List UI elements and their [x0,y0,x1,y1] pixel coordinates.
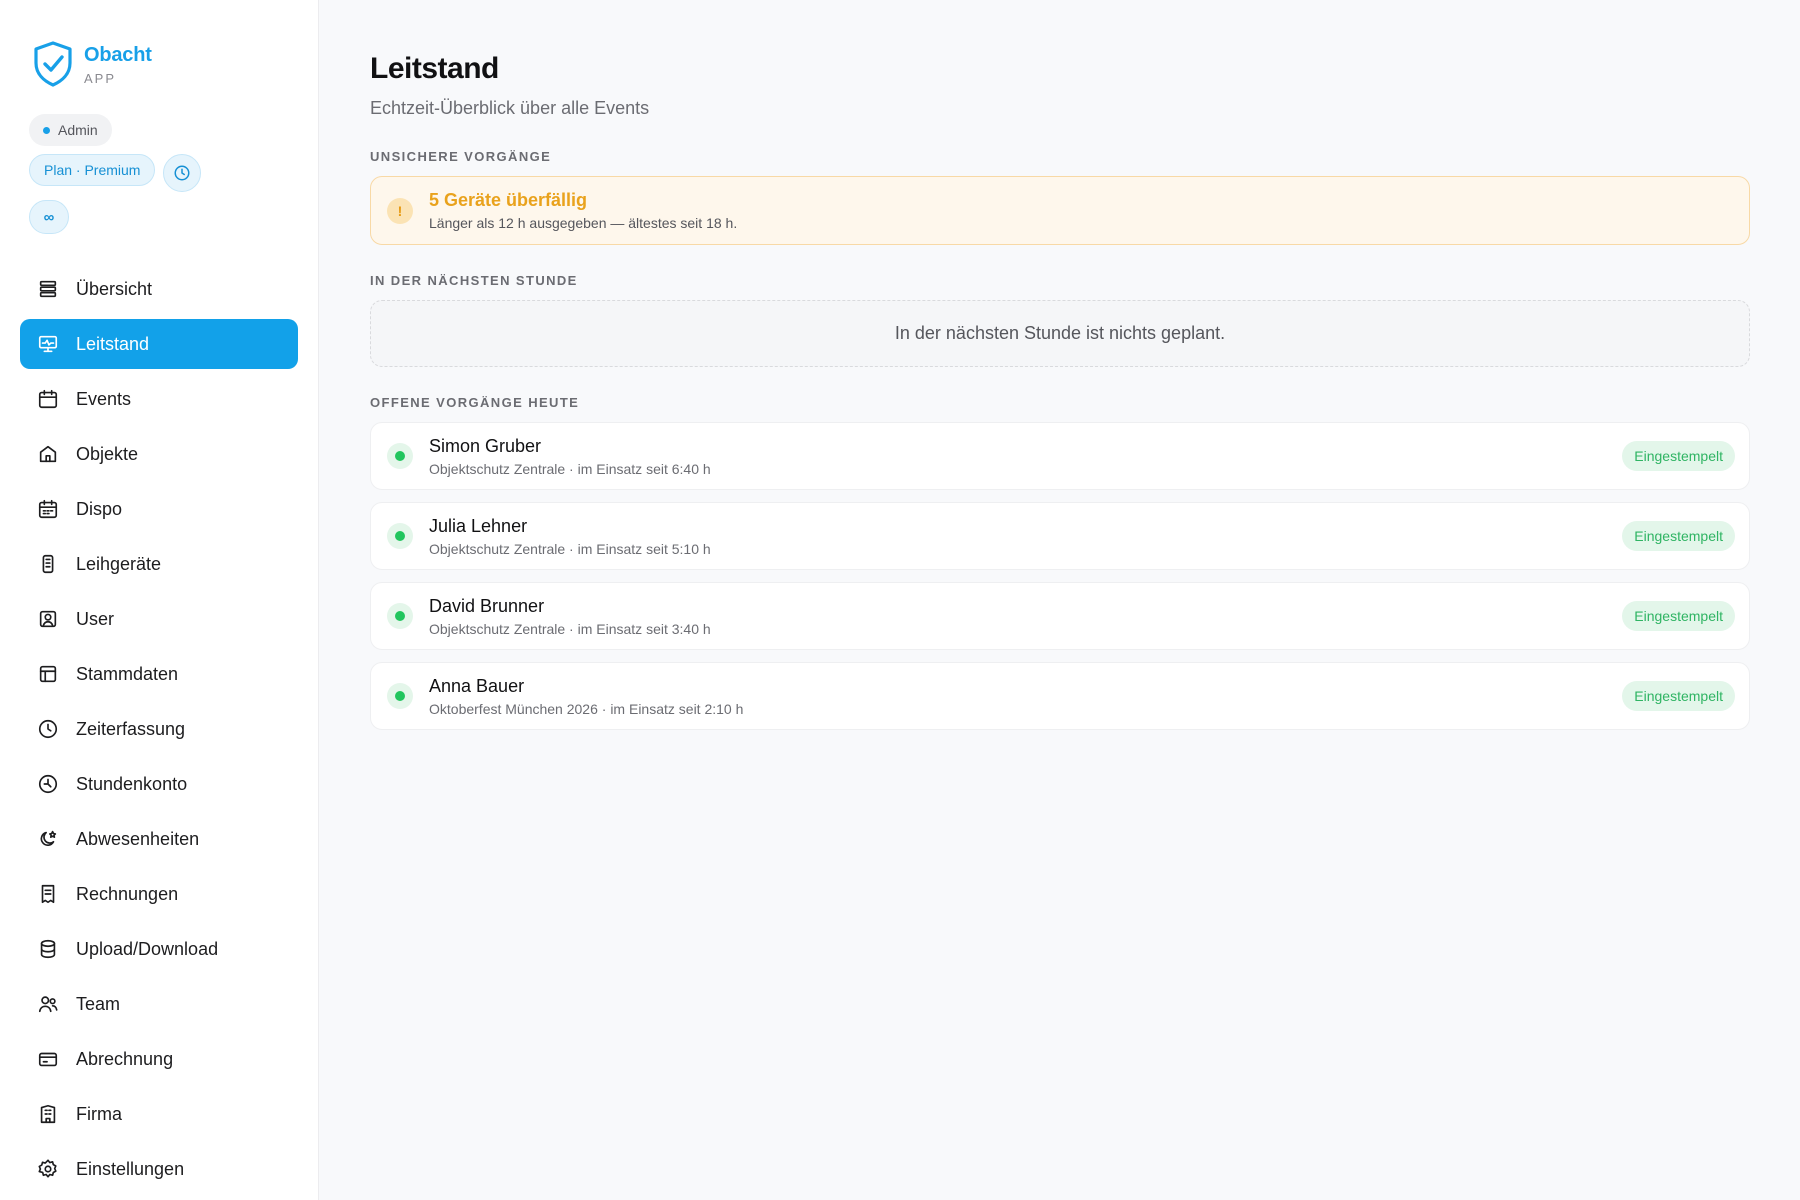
nav-label: Abwesenheiten [76,828,200,849]
next-hour-empty-state: In der nächsten Stunde ist nichts geplan… [370,300,1750,367]
database-icon [36,937,60,961]
layout-icon [36,662,60,686]
page-subtitle: Echtzeit-Überblick über alle Events [370,98,650,118]
nav-item-rechnungen[interactable]: Rechnungen [20,869,298,919]
brand-subtitle: APP [84,71,117,86]
list-item[interactable]: Julia Lehner Objektschutz Zentrale · im … [370,502,1750,570]
person-name: David Brunner [429,595,545,616]
nav-item-stundenkonto[interactable]: Stundenkonto [20,759,298,809]
open-items-list: Simon Gruber Objektschutz Zentrale · im … [370,422,1750,730]
nav-item-einstellungen[interactable]: Einstellungen [20,1144,298,1194]
nav-label: User [76,608,115,629]
nav-label: Übersicht [76,278,153,299]
page-title: Leitstand [370,52,499,85]
nav-item-dispo[interactable]: Dispo [20,484,298,534]
warning-icon: ! [387,197,413,224]
receipt-icon [36,882,60,906]
user-square-icon [36,607,60,631]
nav-item-objekte[interactable]: Objekte [20,429,298,479]
shield-check-icon [34,41,72,87]
gear-icon [36,1157,60,1181]
nav-label: Stammdaten [76,663,179,684]
sidebar: Obacht APP Admin Plan · Premium ∞ Übersi… [0,0,319,1200]
role-label: Admin [58,122,98,138]
nav-item-abrechnung[interactable]: Abrechnung [20,1034,298,1084]
alert-text: Länger als 12 h ausgegeben — ältestes se… [429,215,738,231]
nav-label: Firma [76,1103,122,1124]
nav-label: Einstellungen [76,1158,185,1179]
person-name: Simon Gruber [429,435,542,456]
nav-item-abwesenheiten[interactable]: Abwesenheiten [20,814,298,864]
clock-history-icon [36,772,60,796]
nav-item-leihgeraete[interactable]: Leihgeräte [20,539,298,589]
nav-label: Leihgeräte [76,553,162,574]
moon-star-icon [36,827,60,851]
main-content: Leitstand Echtzeit-Überblick über alle E… [319,0,1800,1200]
nav-label: Team [76,993,121,1014]
role-dot-icon [43,126,50,134]
brand[interactable]: Obacht APP [20,40,298,88]
plan-badge[interactable]: Plan · Premium [29,154,156,186]
clock-button[interactable] [163,154,202,192]
section-label-next-hour: IN DER NÄCHSTEN STUNDE [370,273,578,288]
nav-item-stammdaten[interactable]: Stammdaten [20,649,298,699]
calendar-grid-icon [36,497,60,521]
active-status-icon [387,683,413,709]
nav-label: Abrechnung [76,1048,174,1069]
alert-title: 5 Geräte überfällig [429,190,588,210]
section-label-unsafe: UNSICHERE VORGÄNGE [370,149,552,164]
nav-label: Leitstand [76,333,150,354]
active-status-icon [387,443,413,469]
status-badge: Eingestempelt [1622,521,1735,551]
calendar-icon [36,387,60,411]
nav-label: Upload/Download [76,938,219,959]
main-nav: Übersicht Leitstand Events Objekte Dispo… [20,264,298,1194]
brand-name: Obacht [84,44,152,66]
list-item[interactable]: David Brunner Objektschutz Zentrale · im… [370,582,1750,650]
status-badge: Eingestempelt [1622,441,1735,471]
assignment-detail: Objektschutz Zentrale · im Einsatz seit … [429,620,711,637]
nav-item-zeiterfassung[interactable]: Zeiterfassung [20,704,298,754]
assignment-detail: Objektschutz Zentrale · im Einsatz seit … [429,460,711,477]
layers-icon [36,277,60,301]
device-icon [36,552,60,576]
monitor-icon [36,332,60,356]
clock-icon [174,165,190,181]
building-icon [36,1102,60,1126]
unlimited-badge[interactable]: ∞ [29,200,69,234]
assignment-detail: Objektschutz Zentrale · im Einsatz seit … [429,540,711,557]
nav-label: Objekte [76,443,139,464]
nav-item-user[interactable]: User [20,594,298,644]
clock-icon [36,717,60,741]
nav-item-leitstand[interactable]: Leitstand [20,319,298,369]
credit-card-icon [36,1047,60,1071]
person-name: Anna Bauer [429,675,525,696]
nav-item-uebersicht[interactable]: Übersicht [20,264,298,314]
nav-item-upload-download[interactable]: Upload/Download [20,924,298,974]
nav-item-team[interactable]: Team [20,979,298,1029]
list-item[interactable]: Anna Bauer Oktoberfest München 2026 · im… [370,662,1750,730]
status-badge: Eingestempelt [1622,601,1735,631]
nav-item-events[interactable]: Events [20,374,298,424]
active-status-icon [387,603,413,629]
home-icon [36,442,60,466]
nav-label: Zeiterfassung [76,718,186,739]
nav-label: Dispo [76,498,123,519]
active-status-icon [387,523,413,549]
nav-label: Events [76,388,132,409]
nav-item-firma[interactable]: Firma [20,1089,298,1139]
overdue-devices-alert[interactable]: ! 5 Geräte überfällig Länger als 12 h au… [370,176,1750,245]
account-chips: Admin Plan · Premium ∞ [20,114,270,234]
nav-label: Rechnungen [76,883,179,904]
section-label-open-today: OFFENE VORGÄNGE HEUTE [370,395,580,410]
person-name: Julia Lehner [429,515,528,536]
assignment-detail: Oktoberfest München 2026 · im Einsatz se… [429,700,744,717]
users-icon [36,992,60,1016]
nav-label: Stundenkonto [76,773,188,794]
list-item[interactable]: Simon Gruber Objektschutz Zentrale · im … [370,422,1750,490]
role-badge: Admin [29,114,112,146]
status-badge: Eingestempelt [1622,681,1735,711]
